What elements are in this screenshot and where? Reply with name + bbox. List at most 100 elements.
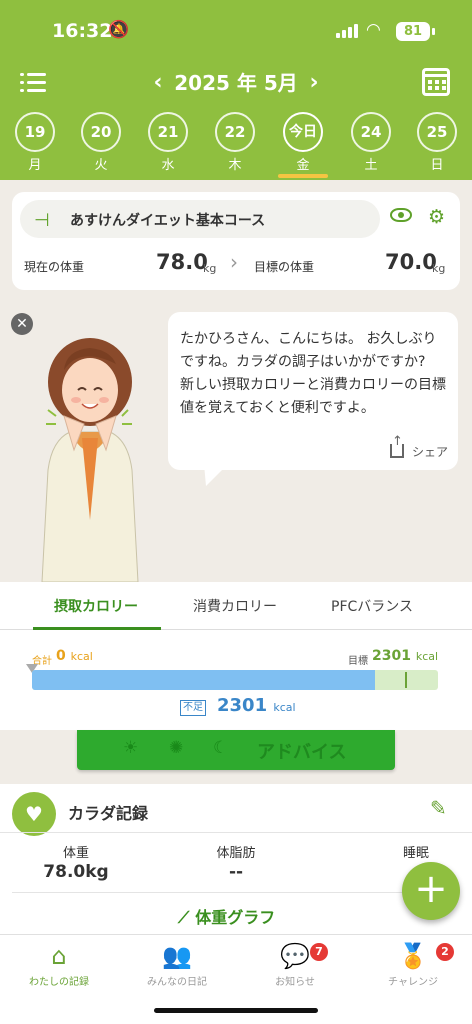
goal-weight-label: 目標の体重 <box>254 260 315 274</box>
current-weight-label: 現在の体重 <box>24 260 85 274</box>
prev-month-button[interactable]: ‹ <box>146 68 170 98</box>
nav-label: チャレンジ <box>388 977 438 988</box>
calorie-progress-fill <box>32 670 376 690</box>
moon-icon: ☾ <box>213 738 229 758</box>
course-selector[interactable]: ⊣ あすけんダイエット基本コース <box>20 200 380 238</box>
current-weight-unit: kg <box>203 262 217 275</box>
sunrise-icon: ☀ <box>123 738 139 758</box>
gear-icon[interactable]: ⚙ <box>428 206 445 228</box>
tab-burned-calories[interactable]: 消費カロリー <box>193 596 277 616</box>
calorie-tabs: 摂取カロリー 消費カロリー PFCバランス <box>0 582 472 630</box>
day-24[interactable]: 24 土 <box>348 112 394 173</box>
share-button[interactable]: シェア <box>389 434 448 460</box>
advice-button-label: アドバイス <box>257 742 347 763</box>
nav-label: みんなの日記 <box>147 977 207 988</box>
advice-message: たかひろさん、こんにちは。 お久しぶりですね。カラダの調子はいかがですか? 新し… <box>180 331 446 416</box>
home-icon: ⌂ <box>51 942 67 970</box>
sleep-label: 睡眠 <box>402 846 429 861</box>
day-number: 24 <box>351 112 391 152</box>
deficit-calories: 2301 kcal <box>217 695 296 716</box>
day-19[interactable]: 19 月 <box>12 112 58 173</box>
sun-icon: ✺ <box>169 738 184 758</box>
day-weekday: 日 <box>430 158 444 173</box>
calorie-progress-bar <box>32 670 438 690</box>
month-label: 2025 年 5月 <box>174 71 298 95</box>
deficit-label: 不足 <box>180 700 206 716</box>
total-calories: 0 kcal <box>56 648 93 664</box>
advice-speech-bubble: たかひろさん、こんにちは。 お久しぶりですね。カラダの調子はいかがですか? 新し… <box>168 312 458 470</box>
course-card: ⊣ あすけんダイエット基本コース ⚙ 現在の体重 78.0 kg › 目標の体重… <box>12 192 460 290</box>
goal-calories: 2301 kcal <box>372 648 438 664</box>
week-day-strip: 19 月 20 火 21 水 22 木 今日 金 24 土 25 日 <box>0 112 472 178</box>
silent-bell-icon: 🔕 <box>108 20 130 40</box>
divider <box>12 892 460 893</box>
day-today[interactable]: 今日 金 <box>278 112 328 178</box>
day-number: 21 <box>148 112 188 152</box>
next-month-button[interactable]: › <box>302 68 326 98</box>
weight-value[interactable]: 78.0kg <box>36 862 116 882</box>
day-number: 25 <box>417 112 457 152</box>
course-name: あすけんダイエット基本コース <box>70 213 266 229</box>
people-icon: 👥 <box>162 942 192 970</box>
tab-pfc-balance[interactable]: PFCバランス <box>331 596 413 616</box>
body-fat-label: 体脂肪 <box>216 846 256 861</box>
calorie-panel: 摂取カロリー 消費カロリー PFCバランス 合計 0 kcal 目標 2301 … <box>0 582 472 730</box>
nav-everyone-diary[interactable]: 👥 みんなの日記 <box>122 941 232 988</box>
pencil-icon[interactable]: ✎ <box>430 796 447 820</box>
day-weekday: 木 <box>228 158 242 173</box>
goal-label: 目標 <box>348 656 368 667</box>
day-number: 今日 <box>283 112 323 152</box>
month-navigator: ‹ 2025 年 5月 › <box>146 68 326 98</box>
goal-calories-unit: kcal <box>415 650 439 663</box>
nav-label: わたしの記録 <box>29 977 89 988</box>
deficit-calories-unit: kcal <box>273 701 296 714</box>
day-22[interactable]: 22 木 <box>212 112 258 173</box>
wifi-icon: ◠ <box>366 20 381 40</box>
challenge-badge: 2 <box>436 943 454 961</box>
battery-icon: 81 <box>396 22 430 41</box>
eye-icon[interactable] <box>390 208 412 222</box>
battery-tip <box>432 28 435 35</box>
goal-calories-value: 2301 <box>372 648 411 664</box>
advisor-character-illustration <box>41 338 139 582</box>
advice-button[interactable]: ☀ ✺ ☾ アドバイス <box>77 730 395 770</box>
day-21[interactable]: 21 水 <box>145 112 191 173</box>
body-fat-value[interactable]: -- <box>216 862 256 882</box>
nav-notifications[interactable]: 💬 お知らせ 7 <box>240 941 350 988</box>
day-weekday: 金 <box>296 158 310 173</box>
menu-icon[interactable] <box>20 72 46 94</box>
active-tab-indicator <box>33 627 161 630</box>
status-bar: 16:32 🔕 ◠ 81 <box>0 0 472 62</box>
tab-intake-calories[interactable]: 摂取カロリー <box>54 596 138 616</box>
notification-badge: 7 <box>310 943 328 961</box>
day-number: 19 <box>15 112 55 152</box>
day-number: 20 <box>81 112 121 152</box>
heart-chart-icon: ♥ <box>12 792 56 836</box>
total-calories-value: 0 <box>56 648 66 664</box>
day-number: 22 <box>215 112 255 152</box>
record-title: カラダ記録 <box>68 804 149 823</box>
signal-icon <box>336 24 358 38</box>
current-weight-value: 78.0 <box>156 250 208 274</box>
divider <box>0 832 472 833</box>
goal-marker <box>405 672 407 688</box>
day-20[interactable]: 20 火 <box>78 112 124 173</box>
chevron-right-icon: › <box>230 250 238 274</box>
share-label: シェア <box>411 445 448 459</box>
nav-label: お知らせ <box>275 977 315 988</box>
weight-graph-link[interactable]: ⟋ 体重グラフ <box>178 904 275 928</box>
body-record-section: ♥ カラダ記録 ✎ 体重 78.0kg 体脂肪 -- 睡眠 ⟋ 体重グラフ <box>0 784 472 934</box>
signpost-icon: ⊣ <box>34 210 50 231</box>
status-time: 16:32 <box>52 20 113 42</box>
day-25[interactable]: 25 日 <box>414 112 460 173</box>
day-weekday: 水 <box>161 158 175 173</box>
nav-my-records[interactable]: ⌂ わたしの記録 <box>4 941 114 988</box>
calendar-icon[interactable] <box>422 68 450 96</box>
nav-challenge[interactable]: 🏅 チャレンジ 2 <box>358 941 468 988</box>
add-record-button[interactable]: + <box>402 862 460 920</box>
weight-label: 体重 <box>62 846 89 861</box>
line-graph-icon: ⟋ <box>178 908 190 927</box>
weight-graph-label: 体重グラフ <box>195 908 276 927</box>
goal-weight-unit: kg <box>432 262 446 275</box>
app-header: 16:32 🔕 ◠ 81 ‹ 2025 年 5月 › 19 月 20 火 21 <box>0 0 472 180</box>
